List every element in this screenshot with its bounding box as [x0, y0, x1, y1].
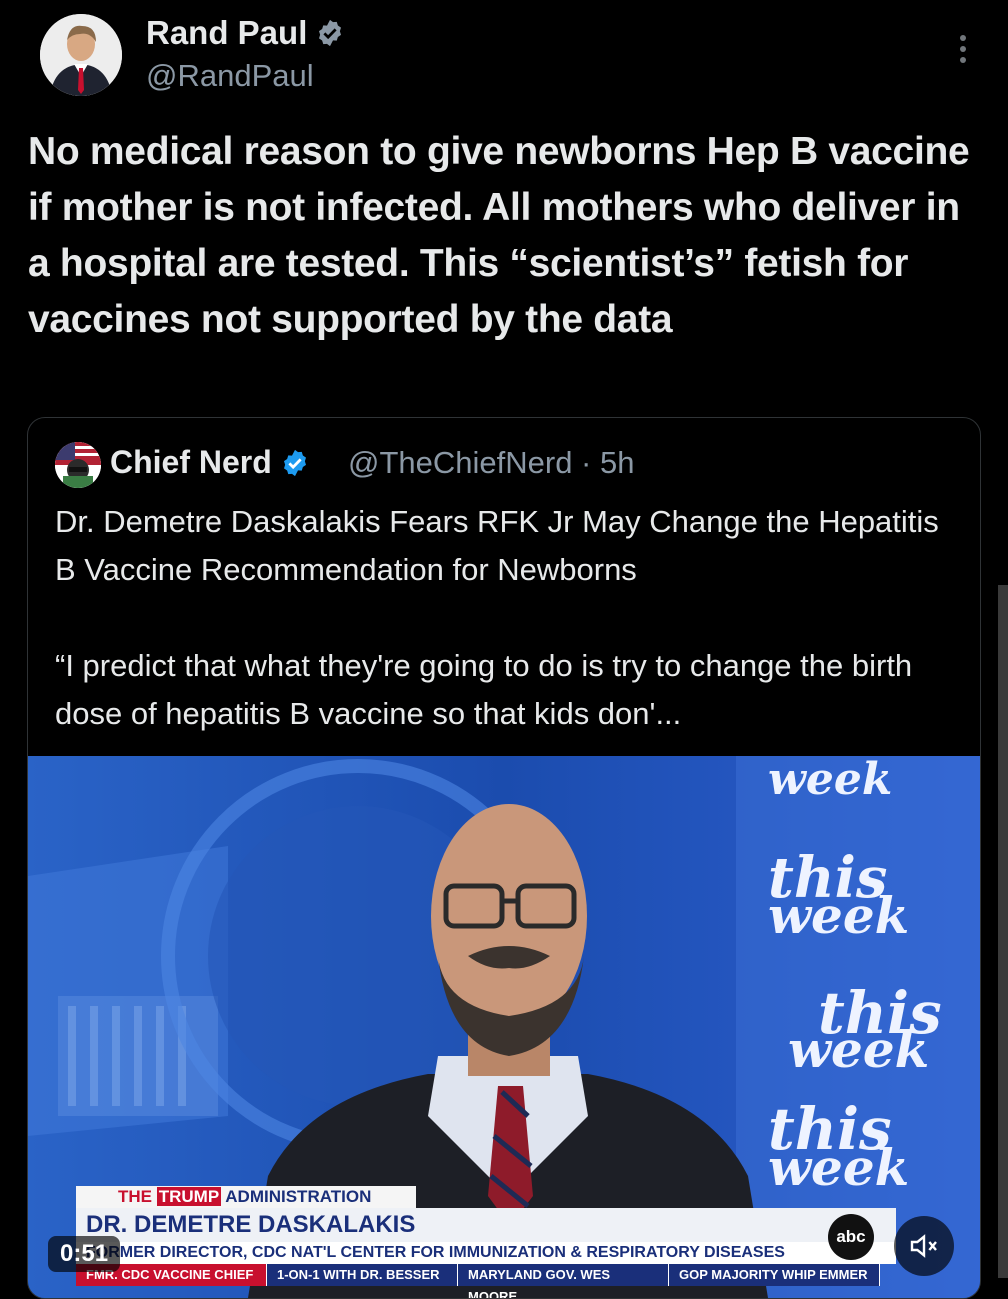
brand-text-5: week: [788, 1020, 930, 1079]
author-name-label: Rand Paul: [146, 14, 308, 51]
chyron-topic-highlight: TRUMP: [156, 1187, 222, 1206]
brand-text-1: week: [768, 756, 893, 805]
video-duration: 0:51: [48, 1236, 121, 1272]
quoted-author-name[interactable]: Chief Nerd: [110, 444, 310, 481]
chyron-topic-rest: ADMINISTRATION: [225, 1187, 372, 1206]
quoted-excerpt: “I predict that what they're going to do…: [55, 648, 913, 731]
chyron-title: FORMER DIRECTOR, CDC NAT'L CENTER FOR IM…: [76, 1242, 896, 1264]
ticker-item: GOP MAJORITY WHIP EMMER: [669, 1264, 880, 1286]
more-options-button[interactable]: [948, 30, 978, 70]
quoted-text: Dr. Demetre Daskalakis Fears RFK Jr May …: [55, 498, 955, 738]
quoted-author-name-label: Chief Nerd: [110, 444, 272, 480]
ticker-item: 1-ON-1 WITH DR. BESSER: [267, 1264, 458, 1286]
chyron-name: DR. DEMETRE DASKALAKIS: [76, 1208, 896, 1242]
quoted-post[interactable]: Chief Nerd @TheChiefNerd · 5h Dr. Demetr…: [27, 417, 981, 1299]
mute-button[interactable]: [894, 1216, 954, 1276]
chyron-topic-prefix: THE: [118, 1187, 152, 1206]
brand-text-7: week: [768, 1138, 910, 1197]
chyron-topic: THE TRUMP ADMINISTRATION: [76, 1186, 416, 1208]
quoted-author-avatar[interactable]: [55, 442, 101, 488]
author-name[interactable]: Rand Paul: [146, 14, 345, 52]
post-text: No medical reason to give newborns Hep B…: [28, 130, 970, 341]
verified-badge-icon: [283, 449, 306, 476]
more-options-icon: [960, 35, 966, 63]
author-avatar[interactable]: [40, 14, 122, 96]
video-player[interactable]: week this week this week this week THE T…: [28, 756, 980, 1298]
scrollbar[interactable]: [998, 585, 1008, 1278]
verified-badge-icon: [319, 19, 342, 47]
quoted-avatar-image: [55, 442, 101, 488]
quoted-headline: Dr. Demetre Daskalakis Fears RFK Jr May …: [55, 504, 939, 587]
mute-icon: [910, 1234, 937, 1258]
chyron-ticker: FMR. CDC VACCINE CHIEF 1-ON-1 WITH DR. B…: [76, 1264, 906, 1298]
ticker-item: MARYLAND GOV. WES MOORE: [458, 1264, 669, 1298]
author-handle[interactable]: @RandPaul: [146, 58, 314, 94]
quoted-author-handle-timestamp[interactable]: @TheChiefNerd · 5h: [348, 445, 634, 481]
abc-logo: abc: [828, 1214, 874, 1260]
brand-text-3: week: [768, 886, 910, 945]
author-photo: [40, 14, 122, 96]
